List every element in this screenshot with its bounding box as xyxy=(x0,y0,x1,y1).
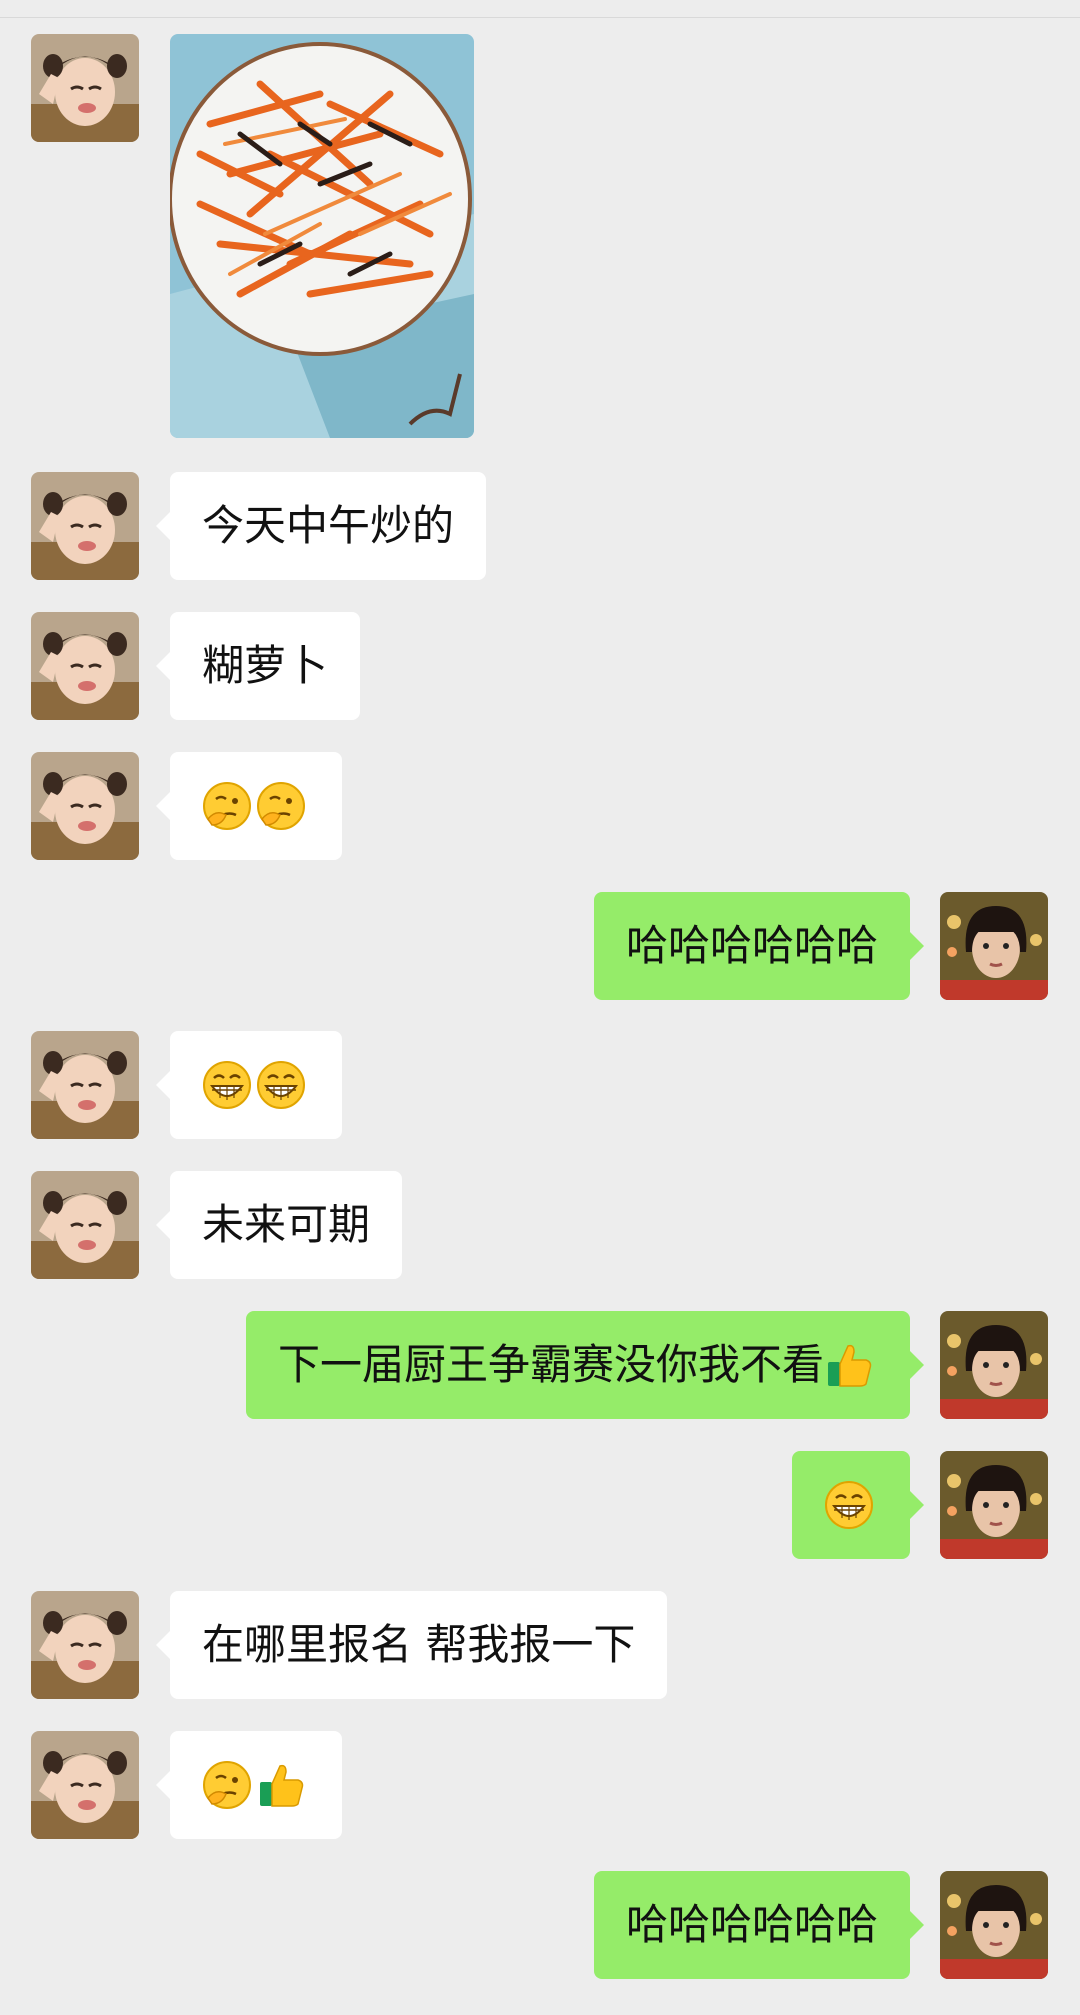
message-bubble[interactable]: 哈哈哈哈哈哈 xyxy=(593,892,925,1000)
message-text: 未来可期 xyxy=(202,1200,371,1249)
header-divider xyxy=(0,17,1080,18)
message-bubble[interactable] xyxy=(156,752,342,860)
my-avatar[interactable] xyxy=(940,892,1048,1000)
grin-emoji xyxy=(824,1480,874,1530)
message-text: 今天中午炒的 xyxy=(202,501,455,550)
message-text: 哈哈哈哈哈哈 xyxy=(625,921,878,970)
contact-avatar[interactable] xyxy=(31,1591,139,1699)
contact-avatar[interactable] xyxy=(31,472,139,580)
message-bubble[interactable]: 今天中午炒的 xyxy=(155,472,487,580)
thumbs-up-emoji xyxy=(824,1340,874,1390)
contact-avatar[interactable] xyxy=(31,752,139,860)
grin-emoji xyxy=(256,1060,306,1110)
thinking-face-emoji xyxy=(202,1760,252,1810)
my-avatar[interactable] xyxy=(940,1451,1048,1559)
message-photo[interactable] xyxy=(170,34,474,438)
grin-emoji xyxy=(202,1060,252,1110)
my-avatar[interactable] xyxy=(940,1311,1048,1419)
chat-view: 今天中午炒的 糊萝卜 哈哈哈哈哈哈 未来可期 下一届厨王争霸赛没你我不看 在哪里报名 帮我… xyxy=(0,0,1080,2015)
message-text: 在哪里报名 帮我报一下 xyxy=(202,1620,636,1669)
thumbs-up-emoji xyxy=(256,1760,306,1810)
thinking-face-emoji xyxy=(256,781,306,831)
contact-avatar[interactable] xyxy=(31,1031,139,1139)
message-text: 糊萝卜 xyxy=(202,641,329,690)
contact-avatar[interactable] xyxy=(31,34,139,142)
message-bubble[interactable] xyxy=(156,1031,342,1139)
contact-avatar[interactable] xyxy=(31,1171,139,1279)
message-text: 下一届厨王争霸赛没你我不看 xyxy=(277,1340,824,1389)
contact-avatar[interactable] xyxy=(31,1731,139,1839)
message-bubble[interactable]: 未来可期 xyxy=(155,1171,403,1279)
contact-avatar[interactable] xyxy=(31,612,139,720)
message-bubble[interactable] xyxy=(792,1451,924,1559)
my-avatar[interactable] xyxy=(940,1871,1048,1979)
message-bubble[interactable] xyxy=(156,1731,342,1839)
message-bubble[interactable]: 在哪里报名 帮我报一下 xyxy=(155,1591,668,1699)
message-bubble[interactable]: 糊萝卜 xyxy=(155,612,361,720)
message-text: 哈哈哈哈哈哈 xyxy=(625,1900,878,1949)
message-bubble[interactable]: 下一届厨王争霸赛没你我不看 xyxy=(245,1311,925,1419)
message-bubble[interactable]: 哈哈哈哈哈哈 xyxy=(593,1871,925,1979)
thinking-face-emoji xyxy=(202,781,252,831)
